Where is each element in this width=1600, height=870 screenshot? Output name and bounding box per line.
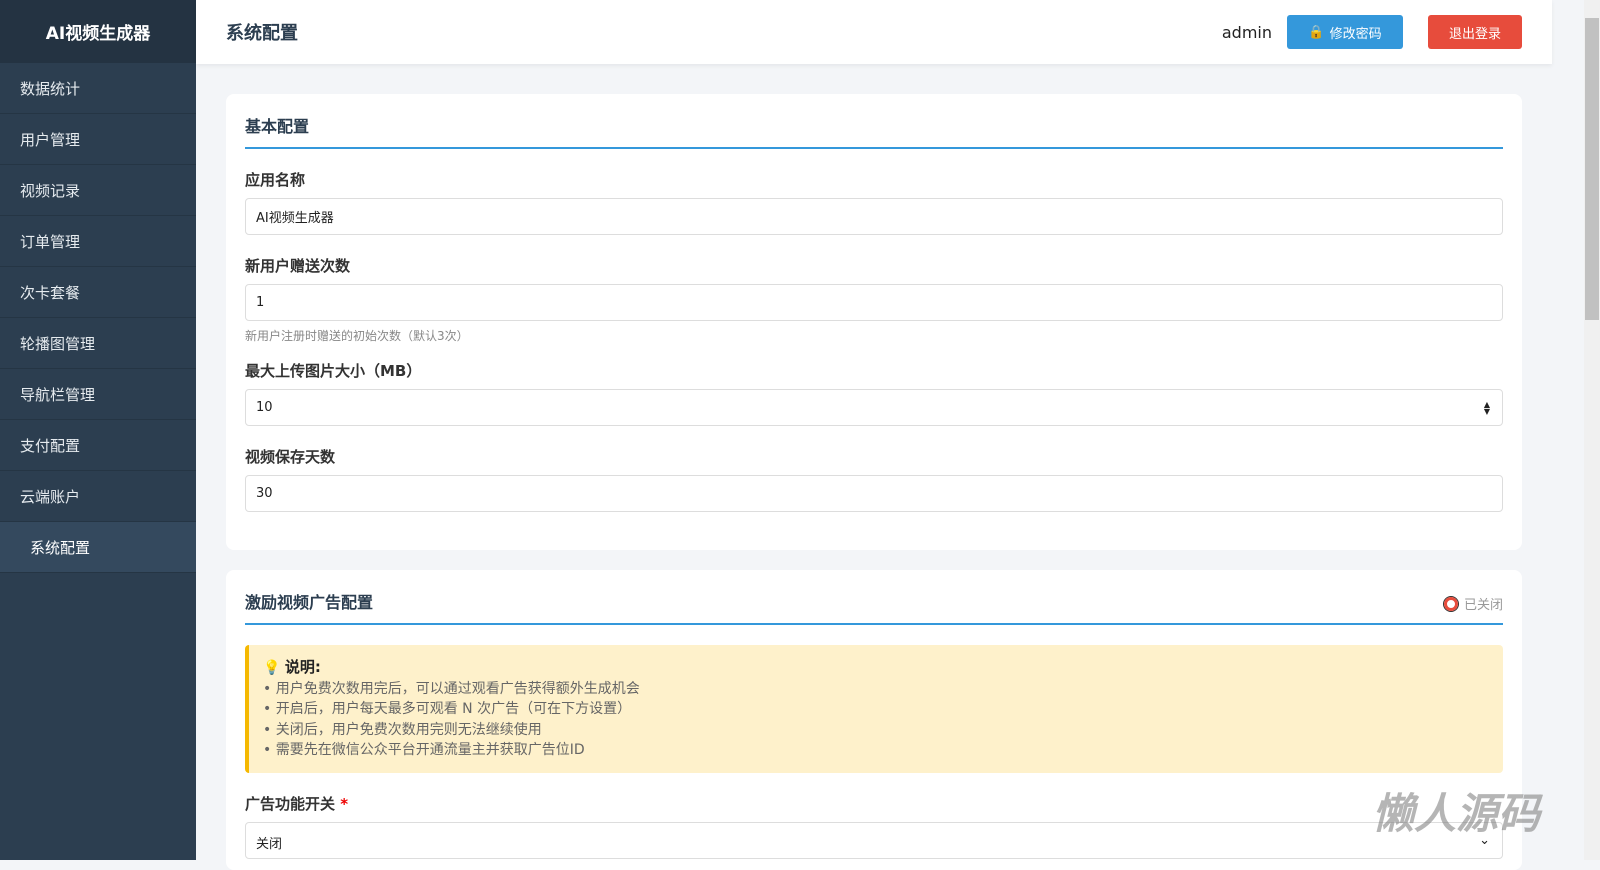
- username: admin: [1221, 22, 1272, 42]
- sidebar-item-stats[interactable]: 数据统计: [0, 63, 196, 114]
- sidebar-item-packages[interactable]: 次卡套餐: [0, 267, 196, 318]
- note-title: 说明:: [284, 658, 321, 676]
- status-off-icon: [1443, 596, 1458, 611]
- change-password-label: 修改密码: [1329, 25, 1382, 41]
- ad-switch-label: 广告功能开关 *: [245, 793, 1503, 814]
- gift-label: 新用户赠送次数: [245, 257, 351, 275]
- section-title: 激励视频广告配置: [245, 593, 374, 612]
- scrollbar[interactable]: [1584, 0, 1600, 860]
- ad-config-card: 激励视频广告配置 已关闭 💡 说明: • 用户免费次数用完后，可以通过观看广告获得…: [226, 570, 1522, 870]
- sidebar-item-orders[interactable]: 订单管理: [0, 216, 196, 267]
- top-header: 系统配置 admin 🔒 修改密码 退出登录: [196, 0, 1552, 64]
- basic-config-card: 基本配置 应用名称 AI视频生成器 新用户赠送次数 1 新用户注册时赠送的初始次…: [226, 94, 1522, 550]
- upload-size-input[interactable]: 10 ▲ ▼: [245, 389, 1503, 426]
- change-password-button[interactable]: 🔒 修改密码: [1287, 15, 1403, 49]
- info-note: 💡 说明: • 用户免费次数用完后，可以通过观看广告获得额外生成机会 • 开启后…: [245, 645, 1503, 773]
- retention-days-input[interactable]: 30: [245, 475, 1503, 512]
- note-line: • 关闭后，用户免费次数用完则无法继续使用: [263, 721, 542, 738]
- note-line: • 用户免费次数用完后，可以通过观看广告获得额外生成机会: [263, 680, 640, 697]
- required-mark: *: [340, 794, 349, 813]
- sidebar-item-carousel[interactable]: 轮播图管理: [0, 318, 196, 369]
- upload-size-value: 10: [256, 400, 273, 415]
- lightbulb-icon: 💡: [263, 660, 281, 676]
- sidebar-item-payment[interactable]: 支付配置: [0, 420, 196, 471]
- sidebar: AI视频生成器 数据统计 用户管理 视频记录 订单管理 次卡套餐 轮播图管理 导…: [0, 0, 196, 860]
- retention-days-label: 视频保存天数: [245, 448, 336, 466]
- gift-hint: 新用户注册时赠送的初始次数（默认3次）: [245, 329, 469, 343]
- sidebar-item-cloud[interactable]: 云端账户: [0, 471, 196, 522]
- ad-switch-select[interactable]: 关闭 ⌄: [245, 821, 1503, 859]
- page-title: 系统配置: [226, 23, 298, 44]
- note-line: • 开启后，用户每天最多可观看 N 次广告（可在下方设置）: [263, 701, 632, 717]
- sidebar-item-users[interactable]: 用户管理: [0, 114, 196, 165]
- sidebar-item-settings[interactable]: 系统配置: [0, 522, 196, 573]
- status-text: 已关闭: [1463, 598, 1503, 613]
- gift-count-input[interactable]: 1: [245, 284, 1503, 321]
- watermark: 懒人源码: [1372, 789, 1541, 838]
- section-title: 基本配置: [245, 94, 1503, 149]
- select-value: 关闭: [256, 836, 283, 852]
- section-header: 激励视频广告配置 已关闭: [245, 570, 1503, 625]
- app-name-label: 应用名称: [245, 171, 306, 189]
- lock-icon: 🔒: [1308, 24, 1325, 39]
- label-text: 广告功能开关: [245, 794, 336, 813]
- sidebar-item-videos[interactable]: 视频记录: [0, 165, 196, 216]
- upload-size-label: 最大上传图片大小（MB）: [245, 362, 422, 380]
- spinner-icon[interactable]: ▲ ▼: [1484, 400, 1490, 415]
- app-name-input[interactable]: AI视频生成器: [245, 198, 1503, 235]
- logout-button[interactable]: 退出登录: [1428, 15, 1522, 49]
- ad-status: 已关闭: [1443, 594, 1503, 613]
- app-logo: AI视频生成器: [0, 0, 196, 63]
- sidebar-item-navbar[interactable]: 导航栏管理: [0, 369, 196, 420]
- scrollbar-thumb[interactable]: [1585, 18, 1599, 320]
- note-line: • 需要先在微信公众平台开通流量主并获取广告位ID: [263, 742, 585, 758]
